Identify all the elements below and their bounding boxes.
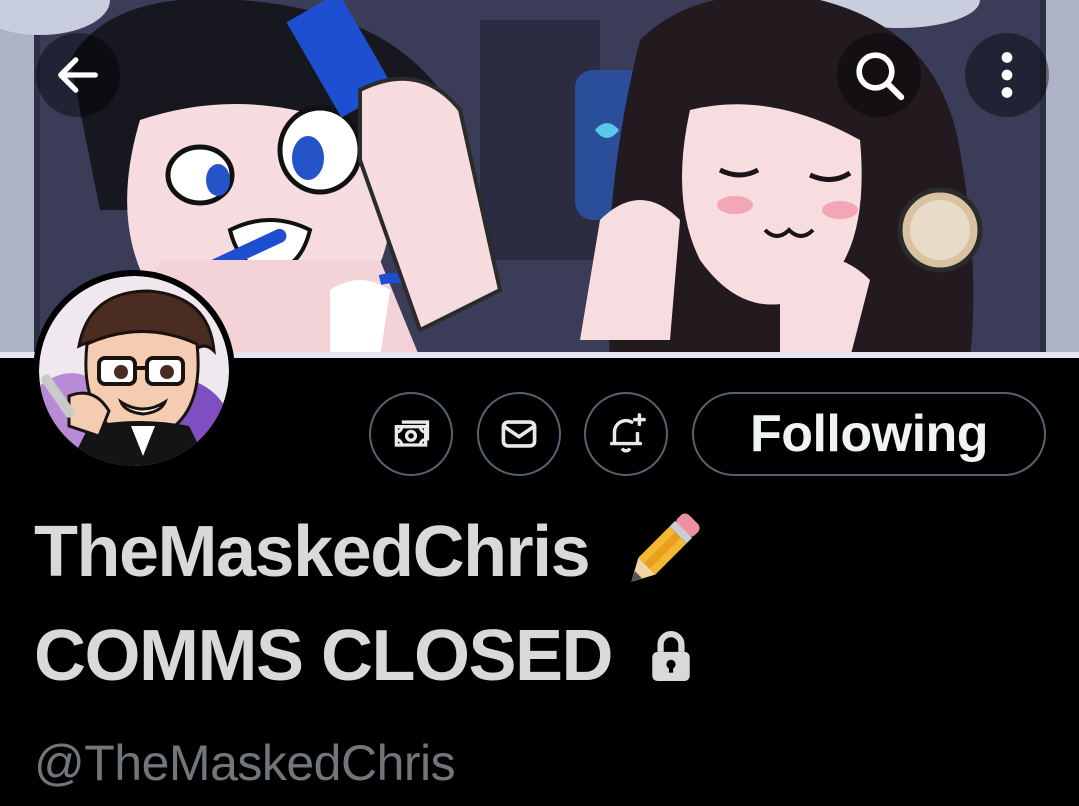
more-options-button[interactable] [965, 33, 1049, 117]
back-button[interactable] [36, 33, 120, 117]
tip-button[interactable] [369, 392, 453, 476]
notify-button[interactable] [584, 392, 668, 476]
envelope-icon [501, 420, 537, 448]
user-handle: @TheMaskedChris [34, 735, 456, 791]
money-icon [394, 420, 430, 447]
display-name-line1: TheMaskedChris [34, 512, 591, 592]
message-button[interactable] [477, 392, 561, 476]
following-label: Following [749, 405, 989, 463]
avatar-image [39, 276, 229, 466]
display-name-line2: COMMS CLOSED [34, 616, 614, 696]
more-vertical-icon [1001, 52, 1013, 98]
bell-plus-icon [609, 413, 646, 453]
arrow-left-icon [58, 57, 98, 93]
search-button[interactable] [837, 33, 921, 117]
avatar[interactable] [33, 270, 235, 472]
following-button[interactable]: Following [692, 392, 1046, 476]
lock-icon [646, 628, 696, 684]
display-name: TheMaskedChris COMMS CLOSED [34, 500, 1054, 708]
pencil-emoji [611, 502, 711, 602]
search-icon [856, 52, 905, 101]
